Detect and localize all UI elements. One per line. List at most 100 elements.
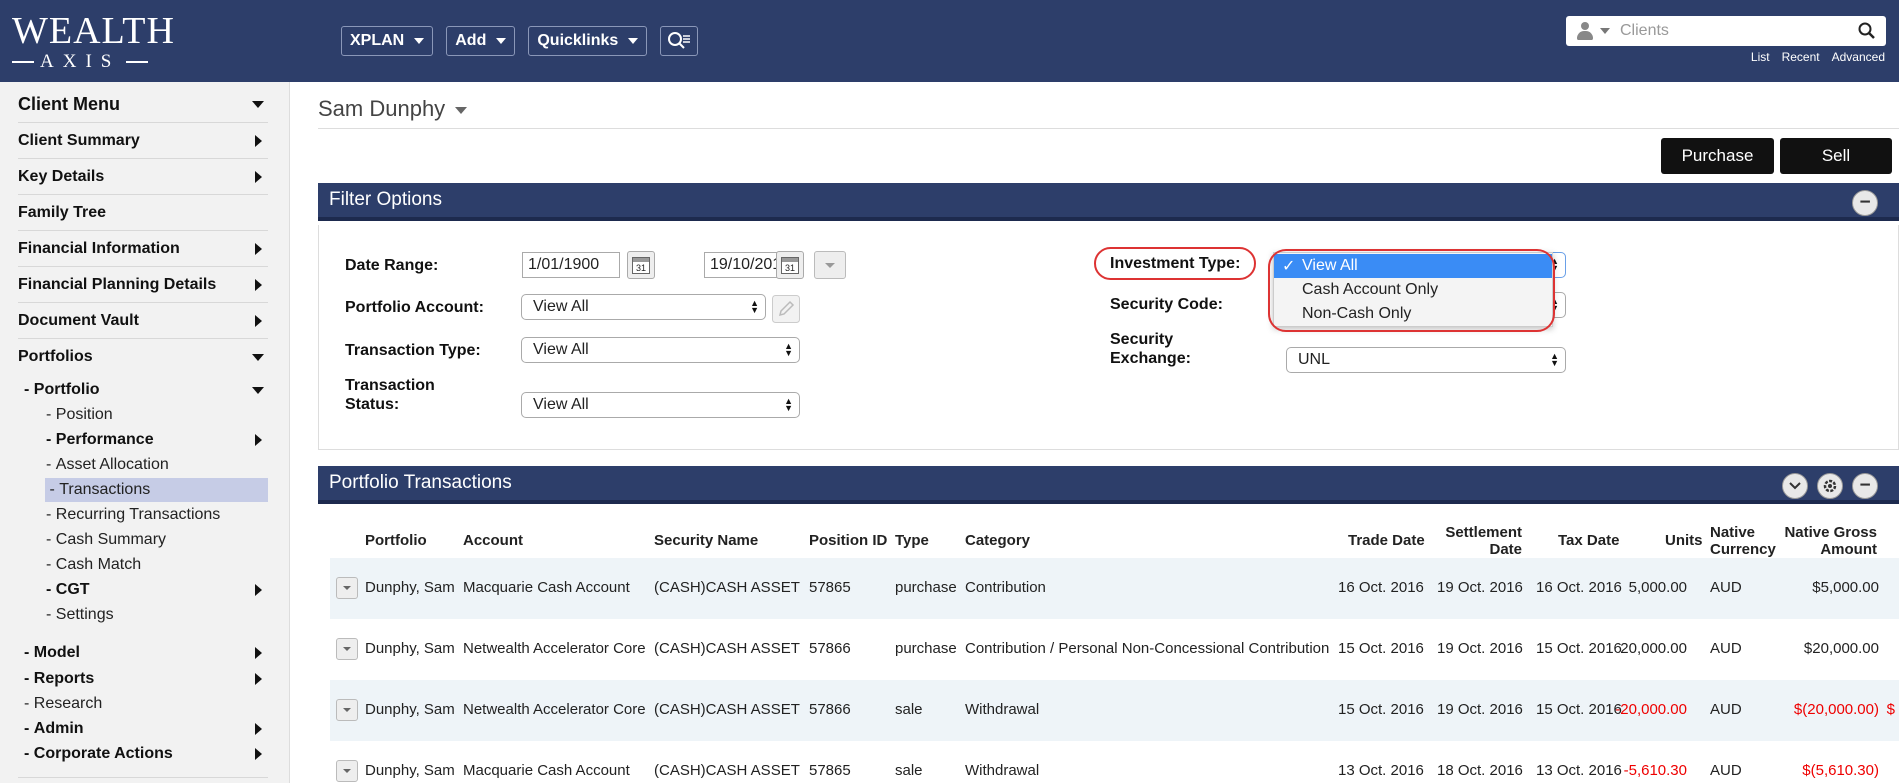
sidebar-item-settings[interactable]: - Settings (46, 603, 114, 627)
calendar-icon[interactable]: 31 (776, 251, 804, 279)
sidebar-item-performance[interactable]: - Performance (46, 428, 268, 452)
sidebar-item-financial-planning[interactable]: Financial Planning Details (18, 267, 268, 303)
sidebar-item-cash-summary[interactable]: - Cash Summary (46, 528, 166, 552)
col-header-native-gross[interactable]: Native Gross Amount (1776, 524, 1877, 558)
add-menu-button[interactable]: Add (446, 26, 516, 56)
cell-security: (CASH)CASH ASSET (654, 762, 800, 779)
date-range-preset-button[interactable] (814, 251, 846, 279)
client-name-header[interactable]: Sam Dunphy (318, 96, 468, 122)
sidebar-item-label: Admin (33, 720, 84, 737)
client-menu-header[interactable]: Client Menu (18, 87, 268, 123)
sidebar-item-reports[interactable]: - Reports (24, 667, 268, 691)
recent-link[interactable]: Recent (1782, 50, 1820, 64)
table-row[interactable]: Dunphy, Sam Macquarie Cash Account (CASH… (330, 741, 1899, 783)
date-range-label: Date Range: (345, 257, 439, 274)
search-icon[interactable] (1858, 22, 1876, 40)
transaction-status-select[interactable]: View All ▲ ▼ (521, 392, 800, 418)
sidebar-item-document-vault[interactable]: Document Vault (18, 303, 268, 339)
cell-tax-date: 15 Oct. 2016 (1536, 640, 1622, 657)
sidebar-item-asset-allocation[interactable]: - Asset Allocation (46, 453, 169, 477)
table-row[interactable]: Dunphy, Sam Netwealth Accelerator Core (… (330, 680, 1899, 741)
cell-trade-date: 16 Oct. 2016 (1338, 579, 1424, 596)
edit-pencil-icon[interactable] (772, 295, 800, 323)
col-header-category[interactable]: Category (965, 532, 1030, 549)
row-menu-button[interactable] (336, 577, 358, 599)
table-row[interactable]: Dunphy, Sam Netwealth Accelerator Core (… (330, 619, 1899, 680)
collapse-icon[interactable]: − (1852, 190, 1878, 216)
purchase-button[interactable]: Purchase (1661, 138, 1774, 174)
sidebar-item-research[interactable]: - Research (24, 692, 102, 716)
col-header-tax-date[interactable]: Tax Date (1558, 532, 1619, 549)
sidebar-item-admin[interactable]: - Admin (24, 717, 268, 741)
sidebar-item-position[interactable]: - Position (46, 403, 113, 427)
updown-icon: ▲ ▼ (784, 396, 793, 413)
cell-tax-date: 13 Oct. 2016 (1536, 762, 1622, 779)
cell-category: Contribution (965, 579, 1046, 596)
sidebar-item-portfolio[interactable]: - Portfolio (24, 378, 268, 402)
transaction-type-select[interactable]: View All ▲ ▼ (521, 337, 800, 363)
user-icon[interactable] (1576, 21, 1594, 41)
list-link[interactable]: List (1751, 50, 1770, 64)
col-header-portfolio[interactable]: Portfolio (365, 532, 427, 549)
col-header-trade-date[interactable]: Trade Date (1348, 532, 1425, 549)
sidebar-item-family-tree[interactable]: Family Tree (18, 195, 268, 231)
client-search-input[interactable] (1620, 22, 1840, 40)
cell-category: Withdrawal (965, 762, 1040, 779)
cell-currency: AUD (1710, 640, 1742, 657)
updown-icon: ▲ ▼ (1550, 351, 1559, 368)
chevron-down-icon[interactable] (1782, 473, 1808, 499)
row-menu-button[interactable] (336, 699, 358, 721)
row-menu-button[interactable] (336, 638, 358, 660)
search-list-button[interactable] (660, 26, 699, 56)
col-header-native-currency[interactable]: Native Currency (1710, 524, 1776, 558)
col-header-security-name[interactable]: Security Name (654, 532, 758, 549)
sidebar-item-client-summary[interactable]: Client Summary (18, 123, 268, 159)
table-row[interactable]: Dunphy, Sam Macquarie Cash Account (CASH… (330, 558, 1899, 619)
nav-buttons: XPLAN Add Quicklinks (341, 26, 699, 56)
sidebar-item-label: Key Details (18, 167, 105, 185)
cell-settlement-date: 19 Oct. 2016 (1437, 701, 1523, 718)
advanced-link[interactable]: Advanced (1832, 50, 1885, 64)
quicklinks-label: Quicklinks (537, 32, 619, 49)
sidebar-item-cash-match[interactable]: - Cash Match (46, 553, 141, 577)
caret-down-icon[interactable] (1600, 28, 1610, 34)
cell-account: Macquarie Cash Account (463, 579, 630, 596)
chevron-right-icon (255, 748, 262, 760)
quicklinks-menu-button[interactable]: Quicklinks (528, 26, 648, 56)
col-header-account[interactable]: Account (463, 532, 523, 549)
portfolio-account-label: Portfolio Account: (345, 299, 484, 316)
add-label: Add (455, 32, 487, 49)
calendar-icon[interactable]: 31 (627, 251, 655, 279)
portfolio-transactions-header: Portfolio Transactions − (318, 466, 1899, 504)
security-exchange-select[interactable]: UNL ▲ ▼ (1286, 347, 1566, 373)
sidebar-item-financial-information[interactable]: Financial Information (18, 231, 268, 267)
col-header-position-id[interactable]: Position ID (809, 532, 887, 549)
col-header-settlement-date[interactable]: Settlement Date (1440, 524, 1522, 558)
date-from-input[interactable]: 1/01/1900 (522, 252, 620, 278)
row-menu-button[interactable] (336, 760, 358, 782)
cell-portfolio: Dunphy, Sam (365, 701, 455, 718)
sidebar-item-recurring-transactions[interactable]: - Recurring Transactions (46, 503, 220, 527)
sidebar-item-key-details[interactable]: Key Details (18, 159, 268, 195)
logo-line2-wrap: AXIS (12, 52, 192, 72)
col-header-units[interactable]: Units (1665, 532, 1703, 549)
cell-type: sale (895, 762, 923, 779)
dropdown-highlight (1268, 249, 1555, 332)
xplan-menu-button[interactable]: XPLAN (341, 26, 434, 56)
sell-button[interactable]: Sell (1780, 138, 1892, 174)
portfolio-account-select[interactable]: View All ▲ ▼ (521, 294, 766, 320)
wealth-axis-logo[interactable]: WEALTH AXIS (12, 12, 192, 72)
sidebar-item-transactions[interactable]: - Transactions (45, 478, 268, 502)
cell-trade-date: 15 Oct. 2016 (1338, 640, 1424, 657)
caret-down-icon (343, 586, 351, 590)
sidebar-item-model[interactable]: - Model (24, 641, 268, 665)
select-value: View All (533, 341, 589, 358)
col-header-type[interactable]: Type (895, 532, 929, 549)
sidebar-item-portfolios[interactable]: Portfolios (18, 339, 268, 375)
collapse-icon[interactable]: − (1852, 473, 1878, 499)
sidebar-item-corporate-actions[interactable]: - Corporate Actions (24, 742, 268, 766)
sidebar-item-cgt[interactable]: - CGT (46, 578, 268, 602)
gear-icon[interactable] (1817, 473, 1843, 499)
cell-type: purchase (895, 579, 957, 596)
cell-category: Contribution / Personal Non-Concessional… (965, 640, 1330, 657)
